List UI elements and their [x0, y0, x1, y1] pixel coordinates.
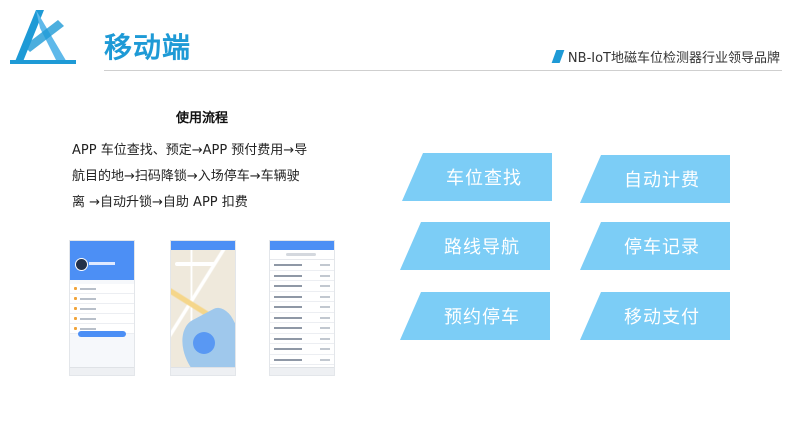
table-row	[270, 323, 334, 334]
profile-name	[89, 262, 115, 265]
map-view	[171, 250, 235, 375]
page-title: 移动端	[104, 31, 192, 64]
table-row	[270, 302, 334, 313]
feature-reserve-parking[interactable]: 预约停车	[400, 292, 550, 340]
tab-bar	[70, 367, 134, 375]
status-bar	[70, 241, 134, 250]
logout-button	[78, 331, 126, 337]
brand-tagline-text: NB-IoT地磁车位检测器行业领导品牌	[567, 51, 780, 66]
profile-menu	[70, 284, 134, 334]
feature-route-navigation[interactable]: 路线导航	[400, 222, 550, 270]
status-bar	[270, 241, 334, 250]
feature-label: 自动计费	[624, 170, 700, 191]
map-search-bar	[175, 262, 215, 266]
phone-screenshot-profile	[69, 240, 135, 376]
avatar	[75, 258, 88, 271]
feature-label: 移动支付	[624, 307, 700, 328]
table-row	[270, 344, 334, 355]
feature-label: 车位查找	[446, 168, 522, 189]
phone-screenshot-map	[170, 240, 236, 376]
tab-bar	[171, 367, 235, 375]
table-row	[270, 312, 334, 323]
list-item	[70, 294, 134, 304]
table-row	[270, 354, 334, 365]
profile-header	[70, 250, 134, 280]
tab-bar	[270, 367, 334, 375]
feature-mobile-payment[interactable]: 移动支付	[580, 292, 730, 340]
feature-label: 路线导航	[444, 237, 520, 258]
table-row	[270, 333, 334, 344]
table-row	[270, 281, 334, 292]
company-logo	[10, 10, 76, 64]
table-row	[270, 291, 334, 302]
table-row	[270, 260, 334, 271]
status-bar	[171, 241, 235, 250]
header-divider	[104, 70, 782, 71]
usage-heading: 使用流程	[176, 111, 229, 126]
list-item	[70, 314, 134, 324]
list-item	[70, 304, 134, 314]
location-pin-icon	[193, 332, 215, 354]
brand-tagline: NB-IoT地磁车位检测器行业领导品牌	[551, 47, 780, 66]
table-row	[270, 270, 334, 281]
list-item	[70, 284, 134, 294]
feature-label: 预约停车	[444, 307, 520, 328]
brand-slash-icon	[551, 50, 565, 63]
feature-parking-search[interactable]: 车位查找	[402, 153, 552, 201]
feature-parking-records[interactable]: 停车记录	[580, 222, 730, 270]
feature-auto-billing[interactable]: 自动计费	[580, 155, 730, 203]
flow-line: 离 →自动升锁→自助 APP 扣费	[72, 195, 248, 210]
phone-screenshot-list	[269, 240, 335, 376]
flow-line: 航目的地→扫码降锁→入场停车→车辆驶	[72, 169, 300, 184]
list-search-bar	[270, 250, 334, 260]
flow-line: APP 车位查找、预定→APP 预付费用→导	[72, 143, 308, 158]
feature-label: 停车记录	[624, 237, 700, 258]
usage-flow: APP 车位查找、预定→APP 预付费用→导 航目的地→扫码降锁→入场停车→车辆…	[72, 138, 340, 216]
